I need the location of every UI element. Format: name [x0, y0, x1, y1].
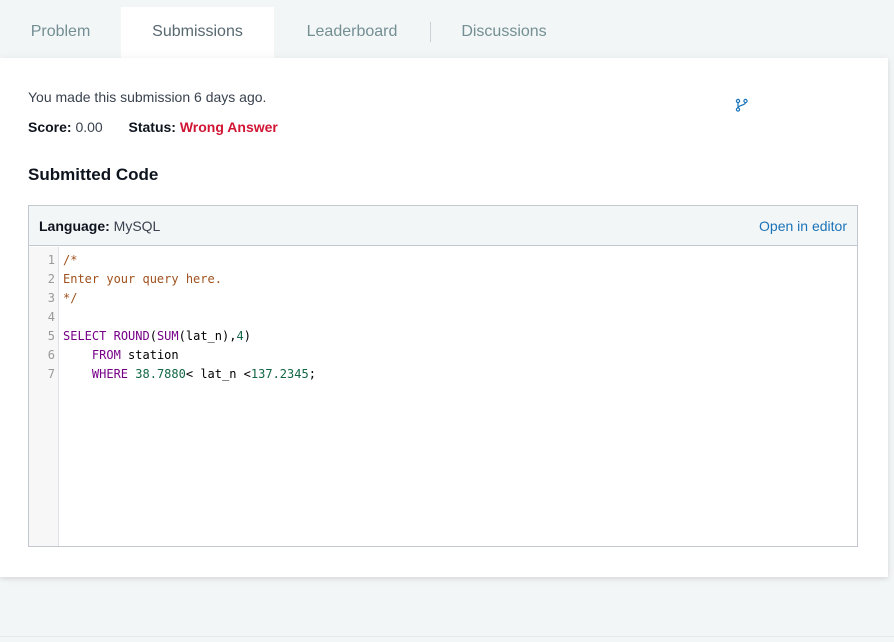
submission-card: You made this submission 6 days ago. Sco…: [0, 58, 888, 577]
section-title: Submitted Code: [28, 165, 159, 184]
language-label: Language:: [39, 218, 110, 234]
tab-problem[interactable]: Problem: [0, 7, 121, 58]
line-number: 6: [47, 348, 55, 362]
code-line: FROM station: [91, 348, 179, 362]
score-label: Score:: [28, 119, 72, 135]
line-number-gutter: 1 2 3 4 5 6 7: [29, 247, 59, 546]
code-viewer: Language: MySQL Open in editor 1 2 3 4 5…: [28, 205, 858, 547]
code-content[interactable]: /* Enter your query here. */ SELECT ROUND(S…: [63, 251, 316, 384]
code-line: WHERE 38.7880< lat_n <137.2345;: [91, 367, 316, 381]
line-number: 4: [47, 310, 55, 324]
status-value: Wrong Answer: [179, 119, 278, 135]
git-branch-icon[interactable]: [735, 98, 749, 112]
open-in-editor-link[interactable]: Open in editor: [759, 218, 847, 234]
line-number: 7: [47, 367, 55, 381]
tab-bar: Problem Submissions Leaderboard Discussi…: [0, 7, 894, 59]
language-value: MySQL: [113, 218, 161, 234]
line-number: 3: [47, 291, 55, 305]
code-line: /*: [63, 253, 78, 267]
language-info: Language: MySQL: [39, 218, 160, 234]
tab-submissions[interactable]: Submissions: [121, 7, 274, 58]
code-header: Language: MySQL Open in editor: [29, 206, 857, 246]
code-line: SELECT ROUND(SUM(lat_n),4): [63, 329, 251, 343]
submission-meta: Score: 0.00 Status: Wrong Answer: [28, 119, 278, 135]
score-value: 0.00: [75, 119, 103, 135]
line-number: 5: [47, 329, 55, 343]
submission-note: You made this submission 6 days ago.: [28, 89, 267, 105]
tab-discussions[interactable]: Discussions: [431, 7, 577, 58]
line-number: 2: [47, 272, 55, 286]
line-number: 1: [47, 253, 55, 267]
code-line: */: [63, 291, 78, 305]
page-divider: [0, 636, 894, 637]
tab-leaderboard[interactable]: Leaderboard: [274, 7, 430, 58]
code-line: Enter your query here.: [63, 272, 222, 286]
status-label: Status:: [128, 119, 176, 135]
